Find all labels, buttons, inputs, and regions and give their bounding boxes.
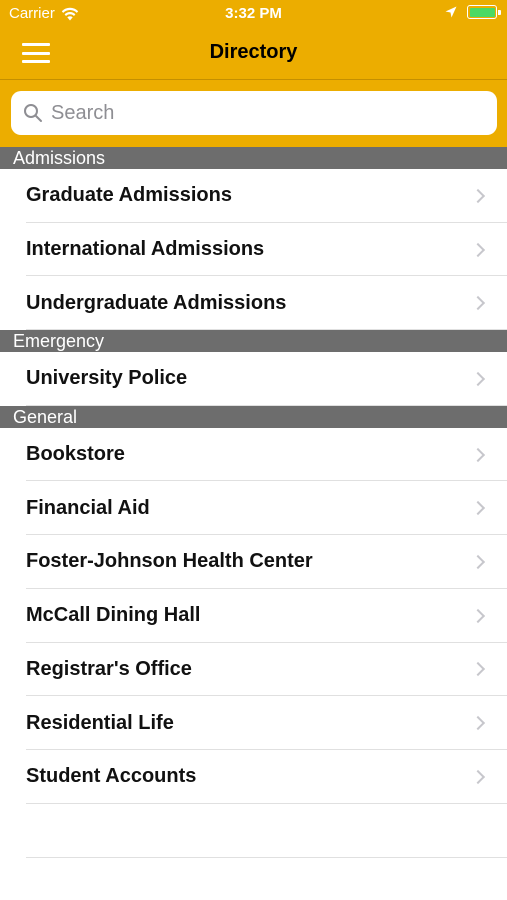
battery-icon (467, 5, 501, 19)
location-arrow-icon (445, 6, 457, 18)
list-item[interactable]: Graduate Admissions (0, 169, 507, 223)
section-header: Emergency (0, 330, 507, 353)
list-item[interactable]: International Admissions (0, 223, 507, 277)
chevron-right-icon (470, 296, 486, 311)
status-time: 3:32 PM (225, 5, 282, 22)
chevron-right-icon (470, 188, 486, 203)
directory-list: Admissions Graduate Admissions Internation… (0, 147, 507, 804)
list-item[interactable]: University Police (0, 352, 507, 406)
empty-row-divider (26, 857, 507, 858)
status-right-group (445, 5, 501, 19)
chevron-right-icon (470, 715, 486, 731)
page-title: Directory (209, 41, 298, 63)
status-bar: Carrier 3:32 PM (0, 0, 507, 28)
chevron-right-icon (470, 447, 486, 462)
chevron-right-icon (470, 662, 486, 677)
list-item-label: Foster-Johnson Health Center (26, 550, 313, 573)
section-header: General (0, 405, 507, 428)
chevron-right-icon (470, 608, 486, 623)
list-item-label: Residential Life (26, 711, 174, 734)
list-item[interactable]: Bookstore (0, 428, 507, 482)
list-item-label: Financial Aid (26, 496, 150, 519)
list-item[interactable]: McCall Dining Hall (0, 589, 507, 643)
list-item[interactable]: Registrar's Office (0, 643, 507, 697)
search-input[interactable] (51, 101, 471, 125)
chevron-right-icon (470, 242, 486, 257)
list-item[interactable]: Student Accounts (0, 750, 507, 804)
battery-tip (498, 9, 501, 15)
list-item-label: Student Accounts (26, 765, 197, 788)
navigation-bar: Directory (0, 28, 507, 80)
list-item-label: Undergraduate Admissions (26, 291, 287, 314)
list-item[interactable]: Undergraduate Admissions (0, 276, 507, 330)
list-item-label: Registrar's Office (26, 657, 192, 680)
list-item[interactable]: Residential Life (0, 696, 507, 750)
list-item-label: Graduate Admissions (26, 184, 232, 207)
list-item-label: International Admissions (26, 238, 265, 261)
chevron-right-icon (470, 769, 486, 784)
list-item[interactable]: Foster-Johnson Health Center (0, 535, 507, 589)
section-header: Admissions (0, 147, 507, 169)
list-item[interactable]: Financial Aid (0, 481, 507, 535)
list-item-label: Bookstore (26, 443, 125, 466)
list-item-label: McCall Dining Hall (26, 604, 201, 627)
chevron-right-icon (470, 501, 486, 516)
list-item-label: University Police (26, 367, 188, 390)
chevron-right-icon (470, 554, 486, 570)
top-bar: Carrier 3:32 PM Directory (0, 0, 507, 147)
search-bar[interactable] (11, 91, 497, 135)
search-icon (24, 104, 42, 122)
chevron-right-icon (470, 371, 486, 386)
battery-level (469, 7, 495, 17)
